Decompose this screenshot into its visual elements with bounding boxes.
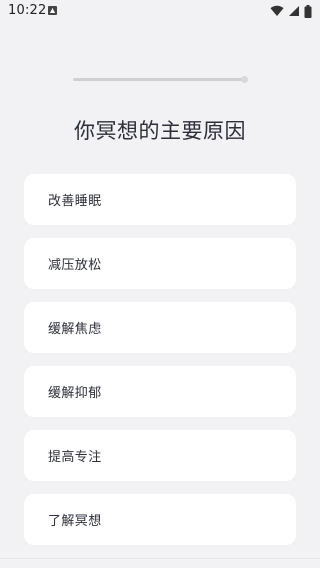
reason-option[interactable]: 了解冥想 <box>24 494 296 545</box>
page-title: 你冥想的主要原因 <box>74 119 246 143</box>
reason-option-label: 提高专注 <box>48 450 102 465</box>
bottom-divider <box>0 558 320 559</box>
status-bar: 10:22 <box>0 0 320 24</box>
signal-icon <box>289 6 299 16</box>
progress-bar <box>73 78 245 81</box>
reason-option-label: 改善睡眠 <box>48 194 102 209</box>
reason-option[interactable]: 减压放松 <box>24 238 296 289</box>
battery-icon <box>304 4 312 18</box>
reason-option-label: 减压放松 <box>48 258 102 273</box>
progress-fill <box>73 78 245 81</box>
reason-option-label: 缓解焦虑 <box>48 322 102 337</box>
reason-option[interactable]: 缓解焦虑 <box>24 302 296 353</box>
notification-icon <box>48 6 57 15</box>
reason-option[interactable]: 改善睡眠 <box>24 174 296 225</box>
reason-option-label: 了解冥想 <box>48 514 102 529</box>
wifi-icon <box>270 5 284 17</box>
reason-option-label: 缓解抑郁 <box>48 386 102 401</box>
reason-options-list: 改善睡眠减压放松缓解焦虑缓解抑郁提高专注了解冥想 <box>24 174 296 558</box>
reason-option[interactable]: 缓解抑郁 <box>24 366 296 417</box>
status-icons <box>270 4 312 18</box>
progress-indicator <box>241 76 248 83</box>
app-screen: 10:22 你冥想的主要原因 改善睡眠减压放松缓解焦虑缓解抑郁提高专注了解冥想 <box>0 0 320 568</box>
status-time: 10:22 <box>8 3 47 18</box>
reason-option[interactable]: 提高专注 <box>24 430 296 481</box>
